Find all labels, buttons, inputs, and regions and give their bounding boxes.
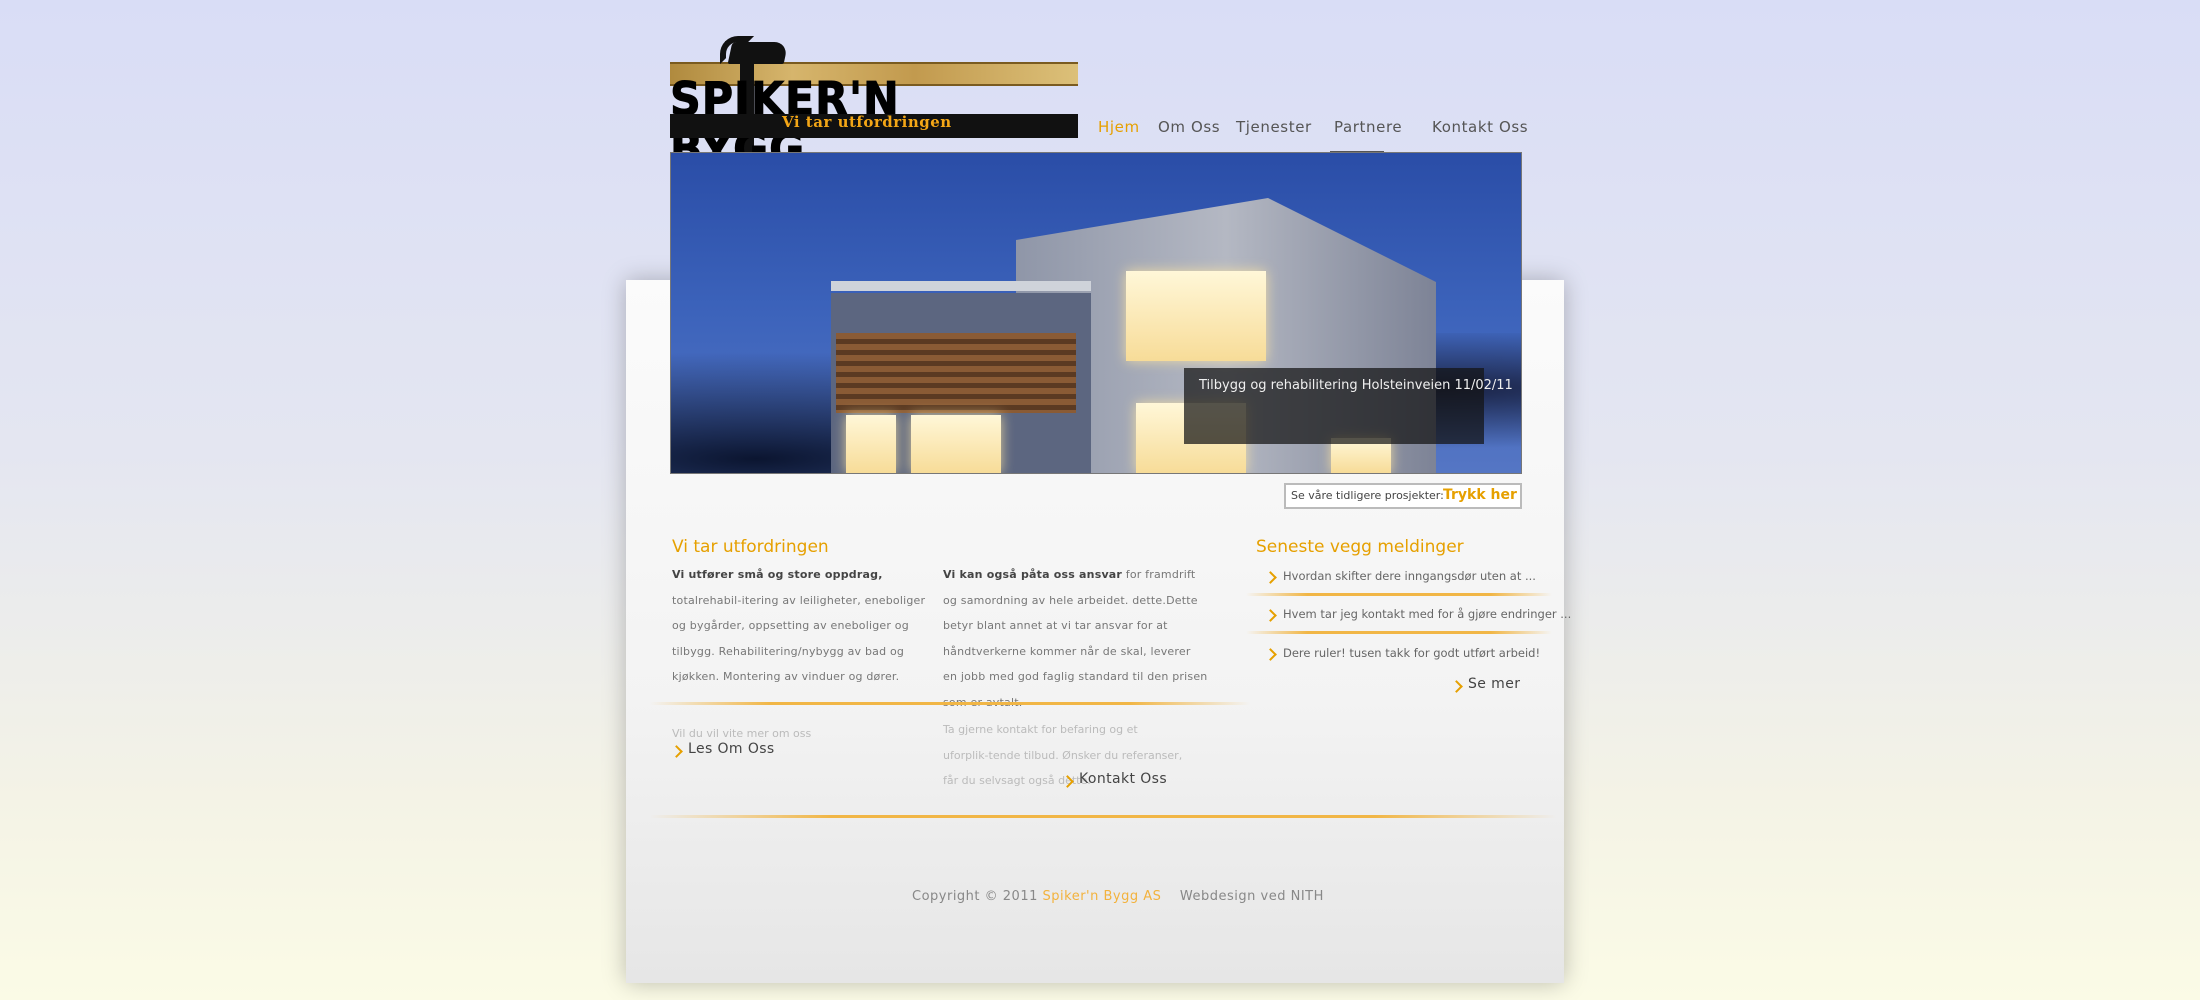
hero-caption-text: Tilbygg og rehabilitering Holsteinveien …: [1199, 378, 1513, 393]
wall-message-text: Hvordan skifter dere inngangsdør uten at…: [1283, 569, 1536, 583]
nav-item-tjenester[interactable]: Tjenester: [1236, 118, 1312, 136]
sidebar-separator: [1246, 593, 1552, 596]
hero-roof: [831, 281, 1091, 291]
kontakt-oss-label: Kontakt Oss: [1079, 771, 1168, 787]
col1-lead: Vi utfører små og store oppdrag,: [672, 568, 883, 581]
nav-item-hjem[interactable]: Hjem: [1098, 118, 1140, 136]
footer: Copyright © 2011 Spiker'n Bygg AS Webdes…: [912, 889, 1324, 904]
hero-window: [1126, 271, 1266, 361]
wall-message-text: Dere ruler! tusen takk for godt utført a…: [1283, 646, 1541, 660]
nav-item-partnere[interactable]: Partnere: [1334, 118, 1402, 136]
previous-projects-link[interactable]: Trykk her: [1443, 487, 1517, 503]
sidebar-separator: [1246, 631, 1552, 634]
col2-lead: Vi kan også påta oss ansvar: [943, 568, 1123, 581]
nav-item-om-oss[interactable]: Om Oss: [1158, 118, 1220, 136]
previous-projects-label: Se våre tidligere prosjekter:: [1291, 489, 1444, 502]
sidebar-heading: Seneste vegg meldinger: [1256, 537, 1464, 557]
hero-caption: Tilbygg og rehabilitering Holsteinveien …: [1184, 368, 1513, 444]
hero-slideshow[interactable]: Tilbygg og rehabilitering Holsteinveien …: [670, 152, 1522, 474]
se-mer-label: Se mer: [1468, 676, 1521, 692]
separator: [650, 702, 1250, 705]
logo-tagline: Vi tar utfordringen: [782, 113, 952, 131]
hero-window: [911, 415, 1001, 473]
col2-paragraph: Vi kan også påta oss ansvar for framdrif…: [943, 562, 1208, 715]
col1-paragraph: Vi utfører små og store oppdrag, totalre…: [672, 562, 927, 690]
footer-brand-link[interactable]: Spiker'n Bygg AS: [1043, 889, 1162, 904]
col1-heading: Vi tar utfordringen: [672, 537, 829, 557]
hero-window: [846, 415, 896, 473]
footer-copyright: Copyright © 2011: [912, 889, 1038, 904]
nav-item-kontakt-oss[interactable]: Kontakt Oss: [1432, 118, 1528, 136]
logo-hammer-head-icon: [727, 42, 789, 64]
col2-text: for framdrift og samordning av hele arbe…: [943, 568, 1208, 709]
previous-projects-box: Se våre tidligere prosjekter: Trykk her: [1284, 483, 1522, 509]
footer-credit: Webdesign ved NITH: [1179, 889, 1324, 904]
site-logo[interactable]: SPIKER'N BYGG Vi tar utfordringen: [670, 34, 1078, 176]
col1-text: totalrehabil-itering av leiligheter, ene…: [672, 593, 926, 684]
separator: [650, 815, 1556, 818]
les-om-oss-label: Les Om Oss: [688, 741, 775, 757]
wall-message-text: Hvem tar jeg kontakt med for å gjøre end…: [1283, 607, 1572, 621]
hero-balcony: [836, 333, 1076, 413]
